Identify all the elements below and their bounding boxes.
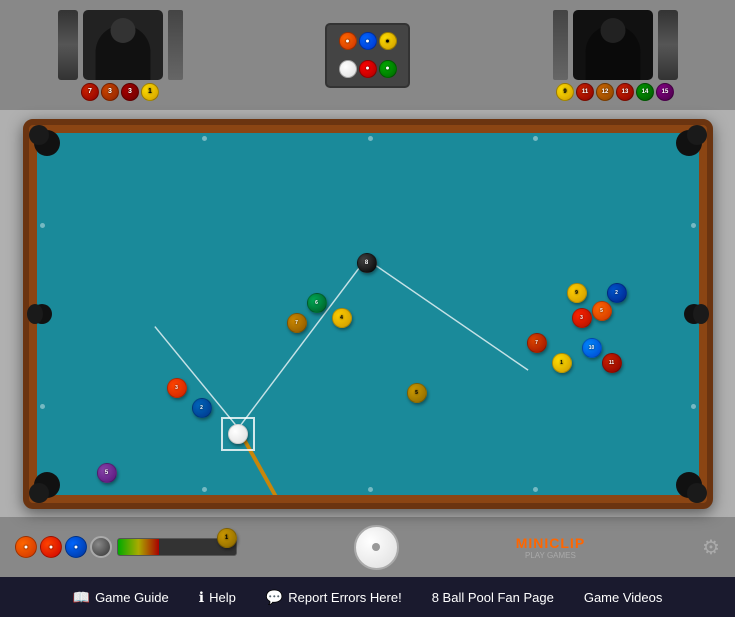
ball-7: 7 <box>81 83 99 101</box>
table-ball-purple: 5 <box>97 463 117 483</box>
cushion-dot-8 <box>40 404 45 409</box>
table-ball-g1: 6 <box>307 293 327 313</box>
ball-3: 3 <box>101 83 119 101</box>
ball-selector[interactable]: ● ● ● <box>15 536 112 558</box>
table-8ball: 8 <box>357 253 377 273</box>
cushion-dot-7 <box>40 223 45 228</box>
cushion-dot-10 <box>691 404 696 409</box>
pocket-mid-l <box>27 304 43 324</box>
footer-help-label: Help <box>209 590 236 605</box>
player-left-balls: 7 3 3 1 <box>81 83 159 101</box>
power-fill <box>118 539 159 555</box>
ball-14: 14 <box>636 83 654 101</box>
report-icon: 💬 <box>266 589 283 606</box>
table-ball-y2: 1 <box>552 353 572 373</box>
avatar-left <box>83 10 163 80</box>
table-ball-yr1: 9 <box>567 283 587 303</box>
cue-right1 <box>553 10 568 80</box>
footer-nav: 📖 Game Guide ℹ Help 💬 Report Errors Here… <box>0 577 735 617</box>
rack-ball-1: ● <box>339 32 357 50</box>
footer-help[interactable]: ℹ Help <box>199 589 236 606</box>
rack-ball-4: ● <box>359 60 377 78</box>
corner-bl <box>29 483 49 503</box>
footer-fan-page-label: 8 Ball Pool Fan Page <box>432 590 554 605</box>
top-bar: 7 3 3 1 ● ● ● ● ● <box>0 0 735 110</box>
footer-game-guide-label: Game Guide <box>95 590 169 605</box>
corner-tr <box>687 125 707 145</box>
cushion-dot-9 <box>691 223 696 228</box>
corner-br <box>687 483 707 503</box>
player-right-balls: 9 11 12 13 14 15 <box>556 83 674 101</box>
table-ball-rd2: 11 <box>602 353 622 373</box>
cushion-dot-1 <box>202 136 207 141</box>
table-ball-bl1: 2 <box>607 283 627 303</box>
center-rack: ● ● ● ● ● <box>318 23 418 88</box>
cushion-dot-5 <box>368 487 373 492</box>
footer-videos[interactable]: Game Videos <box>584 590 663 605</box>
table-ball-yellow-low: 1 <box>217 528 237 548</box>
power-bar-container: ● ● ● <box>15 536 237 558</box>
footer-game-guide[interactable]: 📖 Game Guide <box>73 589 169 606</box>
miniclip-label: MINICLIP <box>516 535 585 551</box>
rack-display: ● ● ● ● ● <box>325 23 410 88</box>
table-ball-y4: 5 <box>407 383 427 403</box>
cue-left <box>58 10 78 80</box>
select-ball2[interactable]: ● <box>40 536 62 558</box>
rack-ball-cue <box>339 60 357 78</box>
miniclip-sublabel: PLAY GAMES <box>525 551 576 560</box>
table-ball-br1: 7 <box>287 313 307 333</box>
table-ball-r1: 3 <box>572 308 592 328</box>
table-ball-r2: 7 <box>527 333 547 353</box>
ball-12: 12 <box>596 83 614 101</box>
help-icon: ℹ <box>199 589 204 606</box>
settings-icon[interactable]: ⚙ <box>702 535 720 560</box>
footer-videos-label: Game Videos <box>584 590 663 605</box>
cue-ball-aim-dot <box>372 543 380 551</box>
rack-ball-2: ● <box>359 32 377 50</box>
table-felt: 8 5 1 9 <box>37 133 699 495</box>
footer-fan-page[interactable]: 8 Ball Pool Fan Page <box>432 590 554 605</box>
cushion-dot-4 <box>202 487 207 492</box>
cue-ball-wrapper <box>225 421 251 447</box>
select-ball4[interactable] <box>90 536 112 558</box>
table-ball-bl2: 10 <box>582 338 602 358</box>
pool-table: 8 5 1 9 <box>23 119 713 509</box>
cushion-dot-3 <box>533 136 538 141</box>
footer-report[interactable]: 💬 Report Errors Here! <box>266 589 402 606</box>
select-ball3[interactable]: ● <box>65 536 87 558</box>
ball-13: 13 <box>616 83 634 101</box>
corner-tl <box>29 125 49 145</box>
select-solid[interactable]: ● <box>15 536 37 558</box>
ball-15: 15 <box>656 83 674 101</box>
game-container: 7 3 3 1 ● ● ● ● ● <box>0 0 735 617</box>
rack-ball-3: ● <box>379 32 397 50</box>
footer-report-label: Report Errors Here! <box>288 590 401 605</box>
cue-right2 <box>658 10 678 80</box>
rack-ball-5: ● <box>379 60 397 78</box>
bottom-controls: ● ● ● MINICLIP PLAY GAMES ⚙ <box>0 517 735 577</box>
player-right: 9 11 12 13 14 15 <box>505 10 725 101</box>
table-wrapper: 8 5 1 9 <box>0 110 735 517</box>
ball-3b: 3 <box>121 83 139 101</box>
cue-left2 <box>168 10 183 80</box>
avatar-right <box>573 10 653 80</box>
game-guide-icon: 📖 <box>73 589 90 606</box>
player-left: 7 3 3 1 <box>10 10 230 101</box>
pocket-mid-r <box>693 304 709 324</box>
ball-1: 1 <box>141 83 159 101</box>
ball-11: 11 <box>576 83 594 101</box>
miniclip-logo: MINICLIP PLAY GAMES <box>516 535 585 560</box>
table-ball-r3: 3 <box>167 378 187 398</box>
cue-ball-indicator[interactable] <box>354 525 399 570</box>
table-ball-or1: 5 <box>592 301 612 321</box>
cue-ball <box>228 424 248 444</box>
table-ball-b3: 2 <box>192 398 212 418</box>
ball-9: 9 <box>556 83 574 101</box>
cushion-dot-6 <box>533 487 538 492</box>
table-ball-y3: 4 <box>332 308 352 328</box>
cushion-dot-2 <box>368 136 373 141</box>
